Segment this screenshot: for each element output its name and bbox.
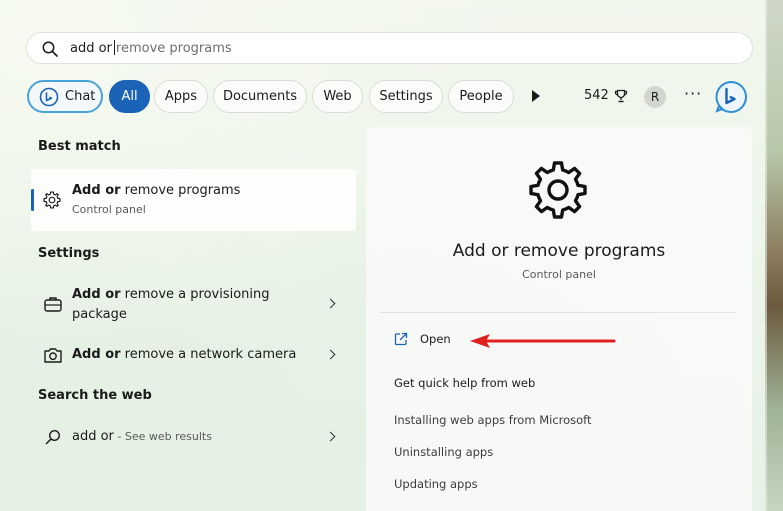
tab-apps[interactable]: Apps — [154, 80, 208, 113]
annotation-arrow — [470, 334, 616, 348]
search-the-web-heading: Search the web — [38, 388, 152, 403]
best-match-subtitle: Control panel — [72, 203, 146, 216]
desktop-background-edge — [765, 0, 783, 511]
help-link-installing-web-apps[interactable]: Installing web apps from Microsoft — [394, 413, 592, 427]
web-result-label: add or - See web results — [72, 427, 212, 447]
help-link-uninstalling-apps[interactable]: Uninstalling apps — [394, 445, 493, 459]
selection-indicator — [31, 189, 34, 211]
settings-item-network-camera[interactable]: Add or remove a network camera — [31, 345, 356, 367]
start-search-panel: add or remove programs Chat All Apps Docu… — [0, 0, 767, 511]
settings-item-label: Add or remove a network camera — [72, 345, 296, 365]
rewards-points[interactable]: 542 — [584, 88, 628, 103]
preview-title: Add or remove programs — [452, 241, 666, 261]
tab-people[interactable]: People — [448, 80, 514, 113]
settings-item-label: Add or remove a provisioning package — [72, 285, 270, 325]
settings-heading: Settings — [38, 246, 100, 261]
search-input[interactable]: add or remove programs — [70, 40, 232, 56]
chevron-right-icon — [325, 298, 336, 309]
tab-web[interactable]: Web — [312, 80, 363, 113]
chat-filter-button[interactable]: Chat — [27, 80, 103, 113]
tab-all[interactable]: All — [109, 80, 150, 113]
help-link-updating-apps[interactable]: Updating apps — [394, 477, 478, 491]
gear-icon — [43, 191, 61, 209]
chat-label: Chat — [65, 89, 96, 104]
quick-help-heading: Get quick help from web — [394, 376, 536, 390]
gear-icon — [529, 161, 587, 219]
settings-item-label-rest: remove a provisioning — [120, 287, 270, 302]
chevron-right-icon — [325, 349, 336, 360]
chevron-right-icon — [325, 431, 336, 442]
camera-icon — [44, 348, 62, 363]
rewards-points-value: 542 — [584, 88, 609, 103]
web-result-hint: - See web results — [113, 430, 212, 443]
search-icon — [42, 41, 58, 57]
open-label: Open — [420, 332, 451, 346]
search-filter-bar: Chat All Apps Documents Web Settings Peo… — [27, 80, 767, 114]
best-match-heading: Best match — [38, 139, 121, 154]
account-avatar[interactable]: R — [644, 86, 666, 108]
web-search-result[interactable]: add or - See web results — [31, 427, 356, 449]
best-match-title-rest: remove programs — [120, 183, 241, 198]
best-match-item[interactable]: Add or remove programs Control panel — [31, 169, 356, 231]
more-options-button[interactable]: ··· — [684, 84, 702, 103]
tab-settings[interactable]: Settings — [369, 80, 443, 113]
best-match-title: Add or remove programs — [72, 183, 240, 198]
settings-item-label-rest: remove a network camera — [120, 347, 297, 362]
search-box[interactable]: add or remove programs — [26, 32, 753, 64]
open-external-icon — [394, 332, 408, 346]
settings-item-label-bold: Add or — [72, 287, 121, 302]
bing-chat-icon — [39, 87, 59, 106]
tab-documents[interactable]: Documents — [213, 80, 307, 113]
trophy-icon — [614, 89, 627, 102]
result-preview-pane: Add or remove programs Control panel Ope… — [366, 127, 752, 511]
briefcase-icon — [44, 297, 62, 312]
best-match-title-bold: Add or — [72, 183, 121, 198]
search-suggestion-text: remove programs — [115, 41, 232, 56]
search-icon — [45, 429, 61, 445]
settings-item-label-bold: Add or — [72, 347, 121, 362]
text-caret — [113, 40, 115, 55]
open-action[interactable]: Open — [394, 332, 451, 346]
settings-item-provisioning-package[interactable]: Add or remove a provisioning package — [31, 285, 356, 327]
preview-divider — [380, 312, 736, 313]
search-typed-text: add or — [70, 41, 112, 56]
more-filters-play-icon[interactable] — [532, 90, 540, 102]
preview-subtitle: Control panel — [522, 268, 596, 281]
web-result-query: add or — [72, 429, 114, 444]
bing-logo-icon[interactable] — [714, 80, 748, 114]
settings-item-label-line2: package — [72, 307, 127, 322]
